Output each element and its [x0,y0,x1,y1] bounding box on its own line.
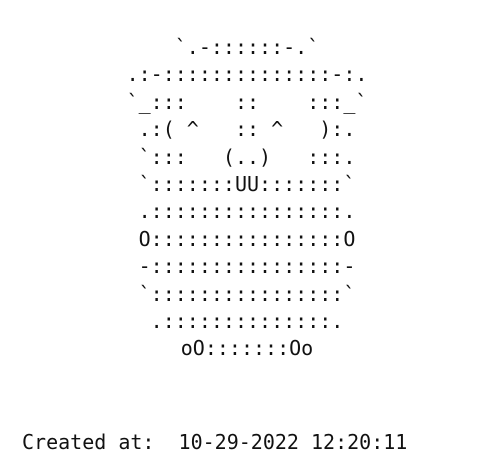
ascii-art-line: `::: (..) :::. [138,144,356,169]
ascii-art-line: .::::::::::::::. [150,309,344,334]
created-at-timestamp: 10-29-2022 12:20:11 [178,430,408,454]
ascii-art-line: oO:::::::Oo [180,336,314,361]
ascii-art-line: `:::::::UU:::::::` [138,172,356,197]
ascii-art-line: .::::::::::::::::. [138,199,356,224]
created-at-line: Created at: 10-29-2022 12:20:11 [22,428,407,456]
ascii-art-line: -::::::::::::::::- [138,254,356,279]
created-at-label: Created at: [22,430,155,454]
ascii-art-line: `.-::::::-.` [174,35,320,59]
ascii-art-line: O::::::::::::::::O [138,226,356,251]
ascii-art-line: `_::: :: :::_` [126,89,368,114]
ascii-art: `.-::::::-.` .:-::::::::::::::-:. `_::: … [0,34,494,363]
ascii-art-line: `::::::::::::::::` [138,281,356,306]
ascii-art-line: .:( ^ :: ^ ):. [138,117,356,142]
ascii-art-line: .:-::::::::::::::-:. [126,62,368,87]
